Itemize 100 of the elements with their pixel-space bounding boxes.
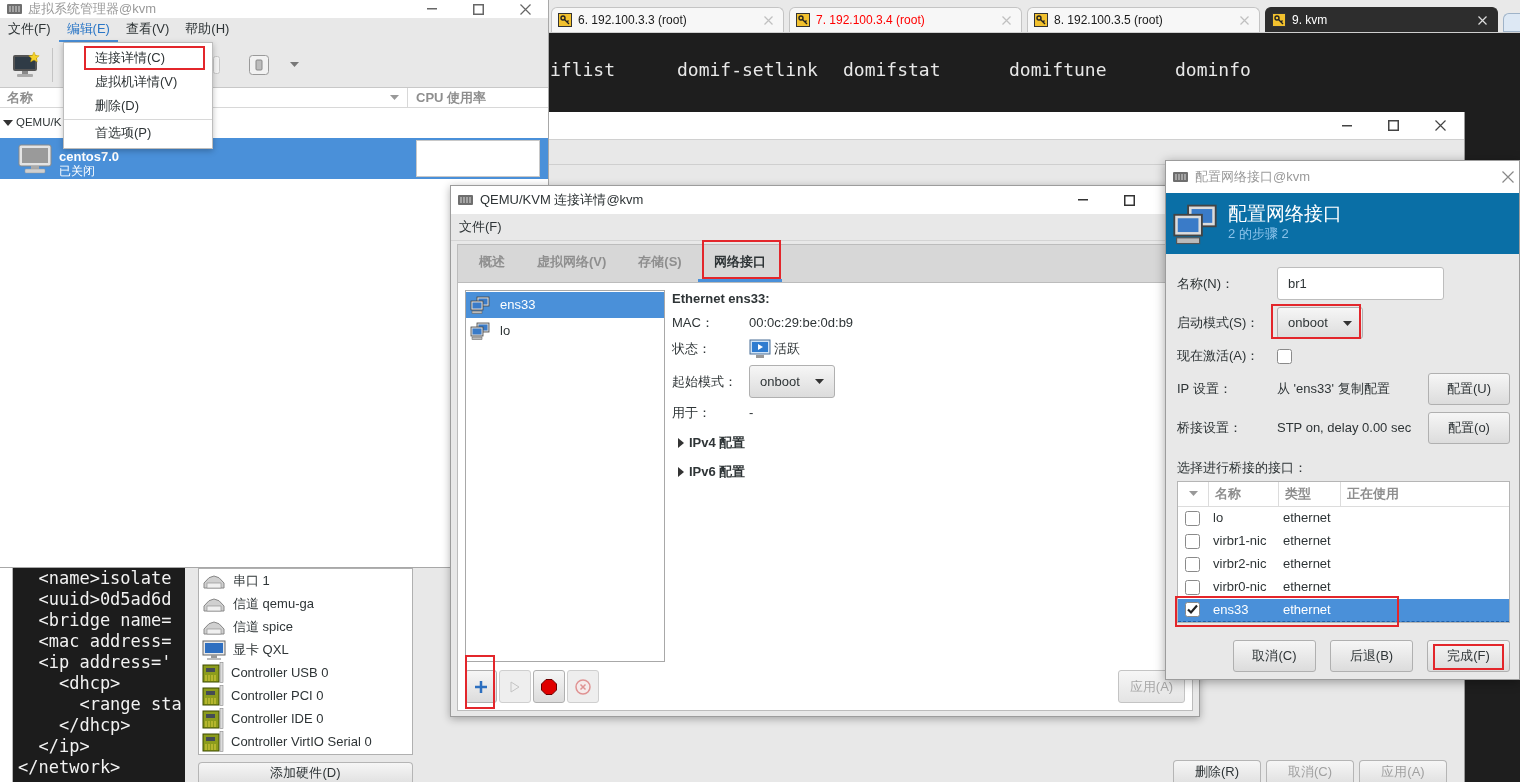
- caret-icon: [1343, 320, 1352, 326]
- caret-icon: [390, 95, 399, 100]
- terminal-text: dominfo: [1175, 59, 1251, 80]
- code-line: <bridge name=: [37, 610, 172, 631]
- device-item[interactable]: Controller PCI 0: [199, 684, 412, 707]
- window-title: 配置网络接口@kvm: [1195, 168, 1311, 187]
- checkbox[interactable]: [1185, 533, 1200, 549]
- triangle-icon[interactable]: [678, 437, 684, 448]
- code-line: </network>: [18, 757, 121, 778]
- app-icon: [7, 4, 22, 14]
- configure-button[interactable]: 配置(o): [1428, 412, 1510, 444]
- code-line: <uuid>0d5ad6d: [37, 589, 172, 610]
- table-cell-text: ethernet: [1283, 578, 1331, 597]
- stop-button[interactable]: [533, 670, 565, 703]
- field-value: 活跃: [774, 340, 800, 359]
- checkbox[interactable]: [1185, 556, 1200, 572]
- table-cell-text: ethernet: [1283, 600, 1331, 619]
- app-icon: [458, 195, 473, 205]
- caret-icon: [1188, 491, 1198, 496]
- table-row[interactable]: virbr0-nic ethernet: [1178, 575, 1509, 599]
- close-icon[interactable]: [1435, 120, 1446, 131]
- circuit-board-icon: [202, 731, 224, 752]
- switch-icon[interactable]: [249, 54, 269, 75]
- group-label: QEMU/K: [16, 115, 62, 131]
- key-icon: [558, 13, 572, 27]
- device-item[interactable]: 显卡 QXL: [199, 638, 412, 661]
- menu-item[interactable]: 文件(F): [0, 18, 59, 42]
- code-line: <name>isolate: [37, 568, 172, 589]
- bar-icon[interactable]: [213, 55, 220, 74]
- section-label: 选择进行桥接的接口：: [1177, 459, 1307, 477]
- device-item[interactable]: Controller USB 0: [199, 661, 412, 684]
- device-item[interactable]: 信道 qemu-ga: [199, 592, 412, 615]
- code-line: <dhcp>: [57, 673, 121, 694]
- tab[interactable]: 网络接口: [697, 245, 782, 282]
- device-item[interactable]: 信道 spice: [199, 615, 412, 638]
- circuit-board-icon: [202, 708, 224, 729]
- table-cell-text: ethernet: [1283, 532, 1331, 551]
- circuit-board-icon: [202, 662, 224, 683]
- session-tab[interactable]: 9. kvm: [1265, 7, 1498, 32]
- field-label: IP 设置：: [1177, 380, 1233, 399]
- triangle-icon[interactable]: [678, 466, 684, 477]
- field-value: 从 'ens33' 复制配置: [1277, 380, 1390, 399]
- dropdown[interactable]: onboot: [1277, 307, 1363, 339]
- code-line: </dhcp>: [57, 715, 131, 736]
- menu-item[interactable]: 删除(D): [84, 94, 205, 118]
- vm-status: 已关闭: [59, 163, 96, 178]
- caret-icon[interactable]: [290, 62, 299, 67]
- dialog-heading: 配置网络接口: [1228, 203, 1342, 224]
- minimize-icon[interactable]: [1342, 124, 1352, 127]
- expander[interactable]: IPv4 配置: [672, 428, 746, 457]
- checkbox[interactable]: [1185, 579, 1200, 595]
- add-hardware-button[interactable]: 添加硬件(D): [198, 762, 413, 782]
- table-row[interactable]: virbr1-nic ethernet: [1178, 529, 1509, 553]
- maximize-icon[interactable]: [1124, 194, 1135, 206]
- minimize-icon[interactable]: [1078, 199, 1088, 201]
- menu-item[interactable]: 帮助(H): [177, 18, 238, 42]
- dropdown[interactable]: onboot: [749, 365, 835, 398]
- field-value: 00:0c:29:be:0d:b9: [749, 314, 854, 333]
- step-text: 2 的步骤 2: [1228, 224, 1290, 243]
- device-item[interactable]: 串口 1: [199, 569, 412, 592]
- table-cell-text: ethernet: [1283, 509, 1331, 528]
- stop-icon: [541, 678, 557, 695]
- device-item[interactable]: Controller VirtIO Serial 0: [199, 730, 412, 753]
- close-icon[interactable]: [520, 3, 531, 15]
- table-row[interactable]: lo ethernet: [1178, 506, 1509, 530]
- triangle-icon[interactable]: [3, 120, 13, 126]
- session-tab[interactable]: 8. 192.100.3.5 (root): [1027, 7, 1260, 32]
- field-label: 起始模式：: [672, 372, 737, 391]
- session-tab[interactable]: 7. 192.100.3.4 (root): [789, 7, 1022, 32]
- session-tab[interactable]: 6. 192.100.3.3 (root): [551, 7, 784, 32]
- menu-item[interactable]: 文件(F): [451, 217, 510, 237]
- table-cell: virbr0-nic: [1213, 579, 1267, 595]
- checkbox[interactable]: [1185, 510, 1200, 526]
- checkbox[interactable]: [1277, 348, 1292, 364]
- menu-item[interactable]: 查看(V): [117, 18, 178, 42]
- window-button[interactable]: 删除(R): [1173, 760, 1261, 782]
- device-item[interactable]: Controller IDE 0: [199, 707, 412, 730]
- expander[interactable]: IPv6 配置: [672, 457, 746, 486]
- code-line: <ip address=': [37, 652, 172, 673]
- text-field[interactable]: br1: [1277, 267, 1444, 300]
- circuit-board-icon: [202, 685, 224, 706]
- menu-item[interactable]: 连接详情(C): [84, 46, 205, 70]
- terminal-text: domifstat: [843, 59, 941, 80]
- dialog-button[interactable]: 后退(B): [1330, 639, 1413, 672]
- interface-item[interactable]: lo: [466, 318, 664, 344]
- maximize-icon[interactable]: [1388, 120, 1399, 131]
- monitor-star-icon[interactable]: [12, 51, 40, 78]
- field-value: -: [749, 404, 754, 423]
- monitor-icon: [202, 639, 226, 660]
- play-icon: [510, 680, 520, 693]
- dialog-button[interactable]: 取消(C): [1233, 639, 1316, 672]
- maximize-icon[interactable]: [473, 3, 484, 15]
- menu-item[interactable]: 虚拟机详情(V): [84, 70, 205, 94]
- table-row[interactable]: virbr2-nic ethernet: [1178, 552, 1509, 576]
- add-icon: [475, 680, 487, 693]
- terminal-text: domiftune: [1009, 59, 1107, 80]
- checkbox[interactable]: [1185, 602, 1200, 617]
- field-label: MAC：: [672, 314, 714, 333]
- configure-button[interactable]: 配置(U): [1428, 373, 1510, 405]
- terminal-text: iflist: [550, 59, 616, 80]
